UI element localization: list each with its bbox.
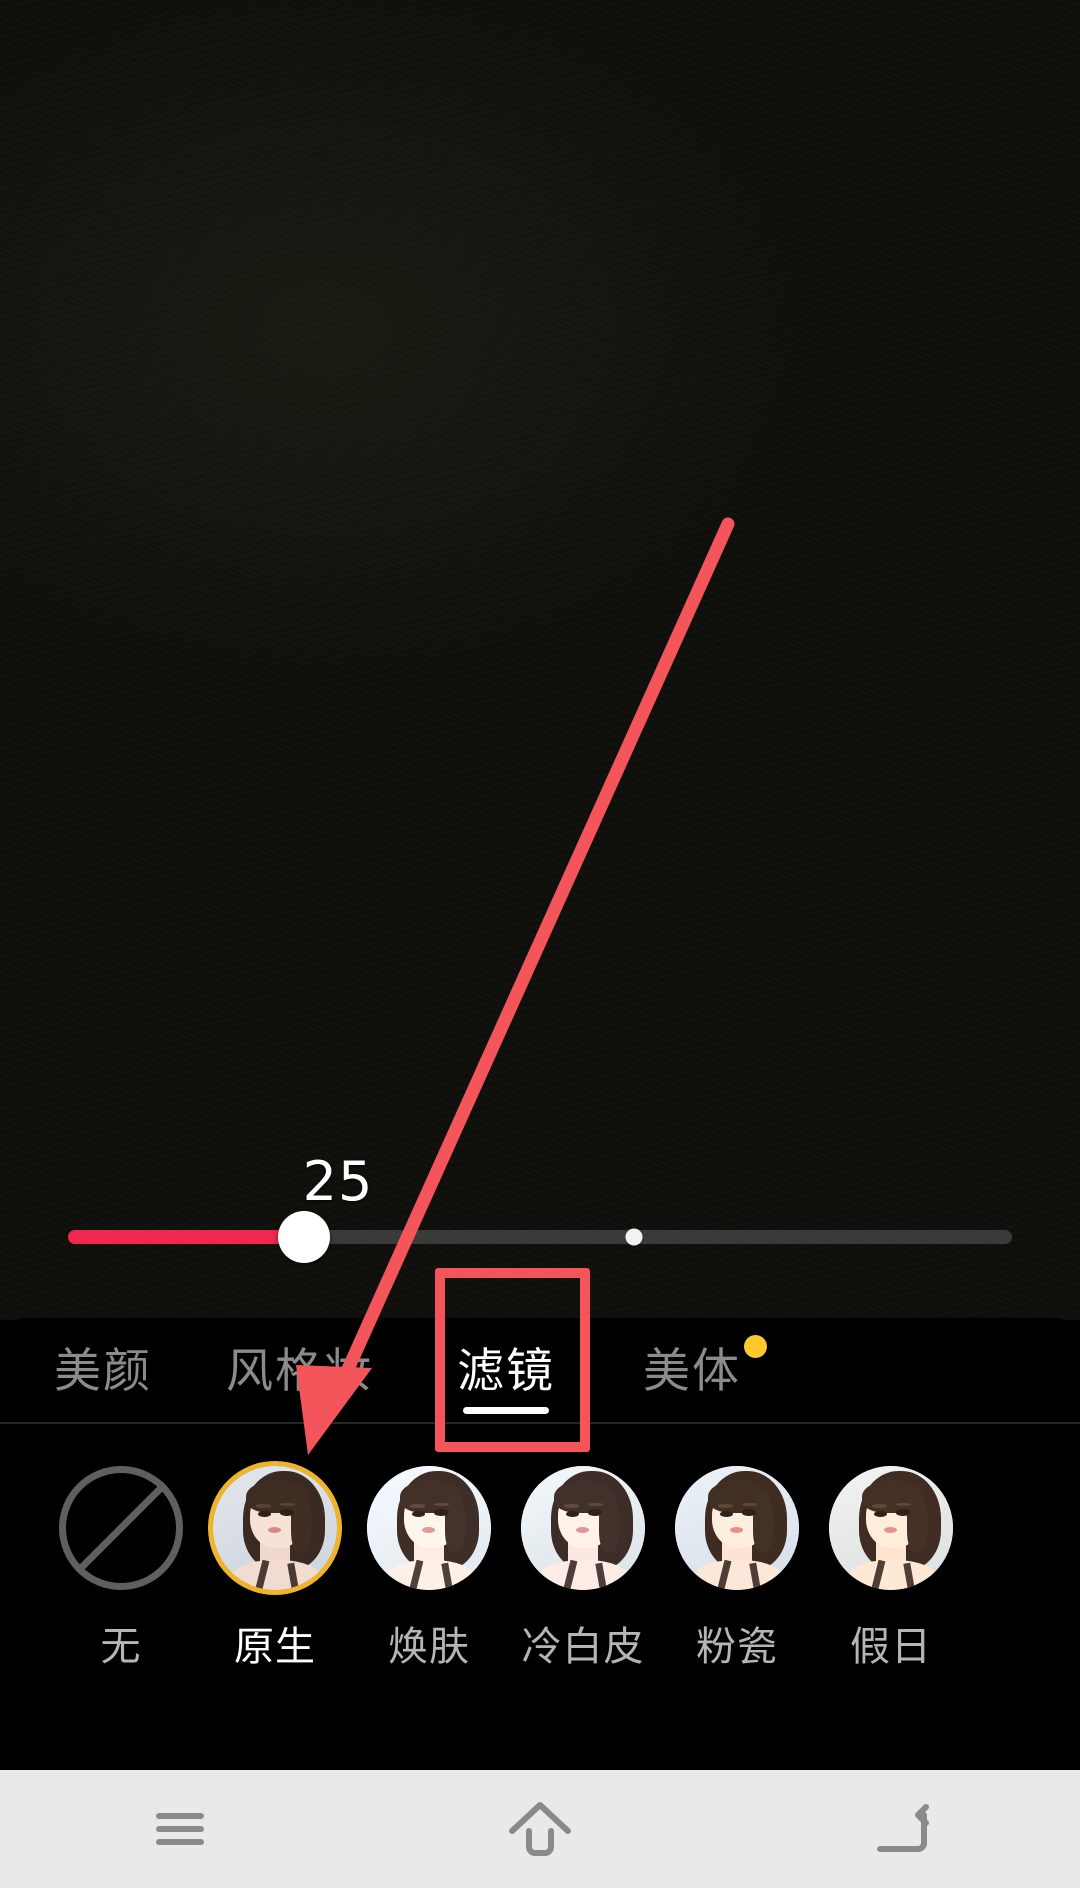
portrait-thumb <box>521 1466 645 1590</box>
filter-none[interactable]: 无 <box>44 1466 198 1672</box>
slider-value-label: 25 <box>302 1150 374 1213</box>
no-filter-icon <box>59 1466 183 1590</box>
portrait-thumb <box>675 1466 799 1590</box>
filter-list[interactable]: 无 原生 焕肤 冷白皮 粉瓷 假日 <box>0 1424 1080 1770</box>
filter-jiari[interactable]: 假日 <box>814 1466 968 1672</box>
filter-jiari-label: 假日 <box>850 1625 932 1669</box>
filter-lengbaipi[interactable]: 冷白皮 <box>506 1466 660 1672</box>
filter-yuansheng-label: 原生 <box>234 1625 316 1669</box>
tab-meiti[interactable]: 美体 <box>643 1318 767 1422</box>
filter-huanfu[interactable]: 焕肤 <box>352 1466 506 1672</box>
slider-center-tick <box>625 1228 643 1246</box>
app-screen: 25 美颜 风格妆 滤镜 美体 无 原生 焕肤 冷白皮 粉瓷 假日 <box>0 0 1080 1888</box>
filter-huanfu-label: 焕肤 <box>388 1625 470 1669</box>
annotation-rect-highlight-lvjing-tab <box>435 1268 590 1452</box>
slider-fill <box>68 1230 304 1244</box>
new-badge-dot-icon <box>744 1335 767 1358</box>
tab-meiyan[interactable]: 美颜 <box>54 1318 152 1422</box>
filter-thumb-wrap <box>213 1466 337 1590</box>
filter-thumb-wrap <box>829 1466 953 1590</box>
tab-meiti-label: 美体 <box>643 1343 741 1397</box>
portrait-thumb <box>213 1466 337 1590</box>
back-button[interactable] <box>720 1770 1080 1888</box>
slider-thumb[interactable] <box>278 1211 330 1263</box>
filter-fenci-label: 粉瓷 <box>696 1625 778 1669</box>
hamburger-icon <box>156 1813 204 1845</box>
home-icon <box>509 1802 571 1856</box>
tab-meiyan-label: 美颜 <box>54 1343 152 1397</box>
slider-track[interactable] <box>68 1211 1012 1263</box>
home-button[interactable] <box>360 1770 720 1888</box>
camera-viewfinder[interactable] <box>0 0 1080 1320</box>
filter-lengbaipi-label: 冷白皮 <box>521 1625 645 1669</box>
recents-menu-button[interactable] <box>0 1770 360 1888</box>
filter-thumb-wrap <box>675 1466 799 1590</box>
portrait-thumb <box>367 1466 491 1590</box>
filter-none-label: 无 <box>100 1625 142 1669</box>
tab-fenggezhuang-label: 风格妆 <box>226 1343 373 1397</box>
back-arrow-icon <box>877 1804 929 1852</box>
filter-thumb-wrap <box>367 1466 491 1590</box>
filter-thumb-wrap <box>521 1466 645 1590</box>
android-nav-bar <box>0 1770 1080 1888</box>
filter-yuansheng[interactable]: 原生 <box>198 1466 352 1672</box>
tab-fenggezhuang[interactable]: 风格妆 <box>226 1318 373 1422</box>
filter-thumb-wrap <box>59 1466 183 1590</box>
portrait-thumb <box>829 1466 953 1590</box>
filter-fenci[interactable]: 粉瓷 <box>660 1466 814 1672</box>
